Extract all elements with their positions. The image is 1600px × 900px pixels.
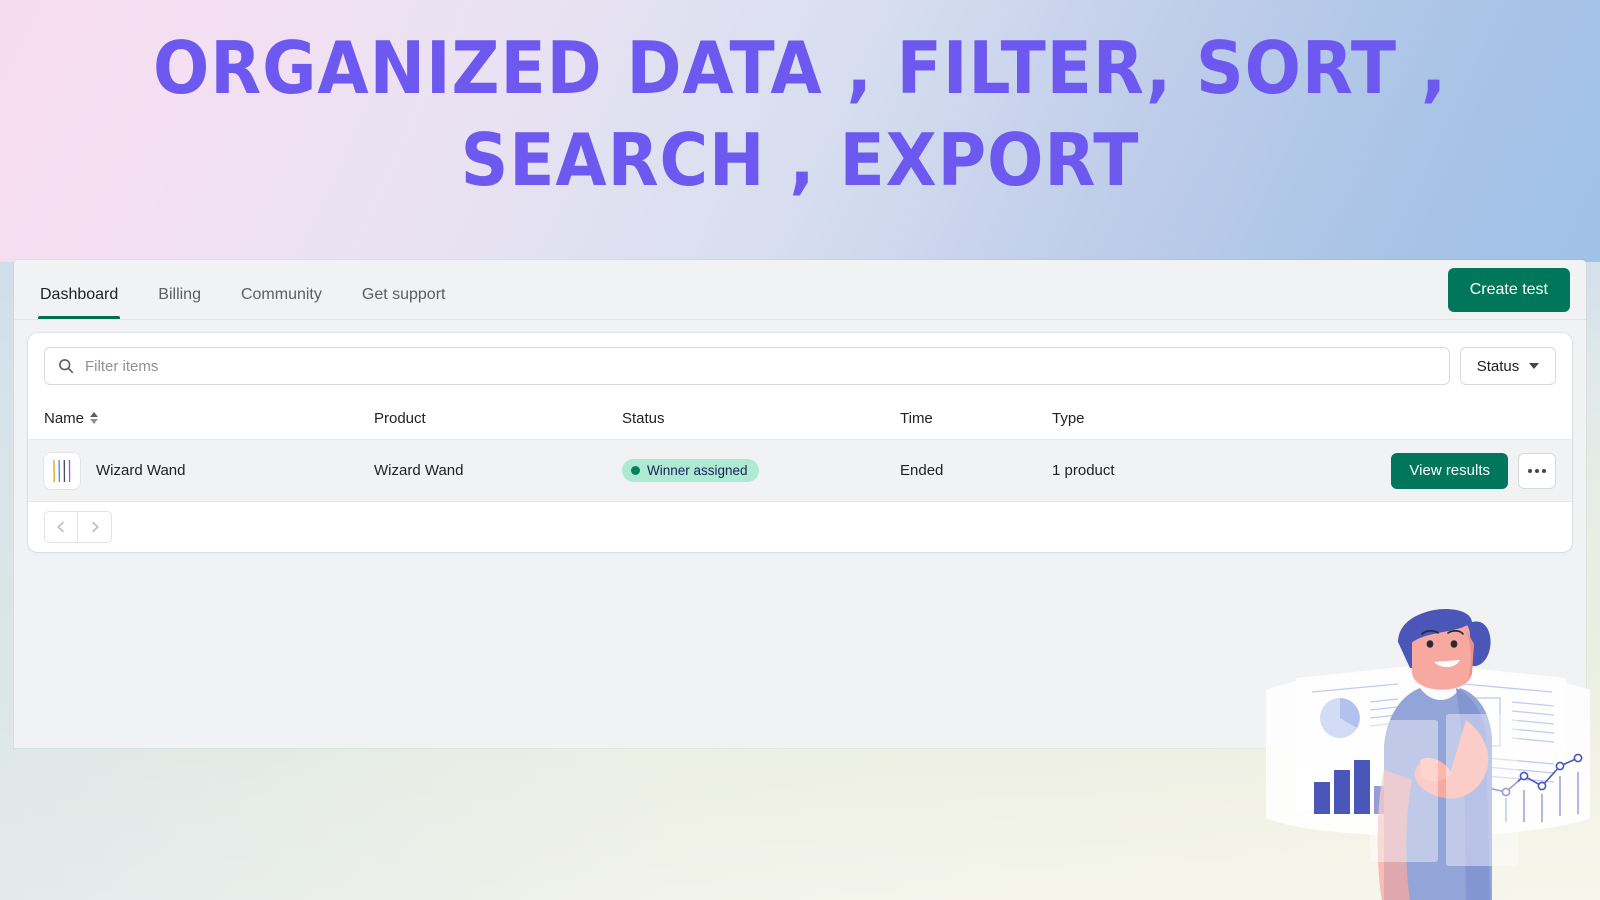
status-badge: Winner assigned bbox=[622, 459, 759, 482]
cell-product: Wizard Wand bbox=[374, 462, 464, 479]
ellipsis-dot-2 bbox=[1535, 468, 1539, 473]
cell-type: 1 product bbox=[1052, 462, 1115, 479]
create-test-button[interactable]: Create test bbox=[1447, 268, 1570, 312]
view-results-button[interactable]: View results bbox=[1391, 452, 1508, 489]
cell-name: Wizard Wand bbox=[44, 452, 374, 489]
column-header-product: Product bbox=[374, 410, 622, 427]
cell-actions: View results bbox=[1352, 452, 1556, 489]
wand-product-thumbnail-icon bbox=[53, 459, 71, 482]
column-header-product-label: Product bbox=[374, 409, 426, 427]
cell-time: Ended bbox=[900, 462, 944, 479]
status-filter-label: Status bbox=[1476, 357, 1520, 375]
app-topbar: Dashboard Billing Community Get support … bbox=[14, 260, 1586, 320]
table-row[interactable]: Wizard Wand Wizard Wand Winner assigned … bbox=[28, 439, 1572, 501]
tab-billing[interactable]: Billing bbox=[138, 287, 221, 319]
tab-bar: Dashboard Billing Community Get support bbox=[14, 260, 465, 319]
cell-status: Winner assigned bbox=[622, 459, 900, 482]
chevron-down-icon bbox=[1529, 363, 1540, 369]
column-header-status: Status bbox=[622, 410, 900, 427]
sort-icon[interactable] bbox=[90, 412, 99, 424]
column-header-name-label: Name bbox=[44, 409, 85, 427]
pagination-next-button[interactable] bbox=[78, 511, 112, 543]
filter-toolbar: Status bbox=[28, 333, 1572, 397]
ellipsis-dot-3 bbox=[1542, 468, 1546, 473]
column-header-status-label: Status bbox=[622, 409, 665, 427]
tab-dashboard[interactable]: Dashboard bbox=[20, 287, 138, 319]
pagination bbox=[28, 501, 1572, 552]
column-header-type: Type bbox=[1052, 410, 1352, 427]
hero-heading: ORGANIZED DATA , FILTER, SORT , SEARCH ,… bbox=[152, 26, 1448, 202]
status-badge-label: Winner assigned bbox=[647, 463, 748, 478]
chevron-right-icon bbox=[91, 521, 99, 533]
more-actions-button[interactable] bbox=[1518, 452, 1556, 489]
tab-billing-label: Billing bbox=[158, 286, 201, 303]
column-header-name[interactable]: Name bbox=[44, 410, 374, 427]
tab-community[interactable]: Community bbox=[221, 287, 342, 319]
search-input[interactable] bbox=[85, 348, 1449, 384]
status-filter-button[interactable]: Status bbox=[1460, 347, 1556, 385]
tab-dashboard-label: Dashboard bbox=[40, 286, 119, 303]
status-dot-icon bbox=[631, 466, 640, 475]
test-list-card: Status Name Product Status Time Type bbox=[28, 333, 1572, 552]
column-header-time: Time bbox=[900, 410, 1052, 427]
search-field-wrapper[interactable] bbox=[44, 347, 1450, 385]
column-header-type-label: Type bbox=[1052, 409, 1085, 427]
column-header-time-label: Time bbox=[900, 409, 933, 427]
chevron-left-icon bbox=[57, 521, 64, 533]
app-panel: Dashboard Billing Community Get support … bbox=[14, 260, 1586, 748]
tab-community-label: Community bbox=[240, 286, 322, 303]
ellipsis-dot-1 bbox=[1528, 468, 1532, 473]
tab-get-support[interactable]: Get support bbox=[342, 287, 466, 319]
tab-get-support-label: Get support bbox=[361, 286, 446, 303]
wand-product-thumbnail bbox=[44, 452, 80, 489]
table-header-row: Name Product Status Time Type bbox=[28, 397, 1572, 439]
pagination-previous-button[interactable] bbox=[44, 511, 78, 543]
search-icon bbox=[59, 359, 74, 374]
cell-name-label: Wizard Wand bbox=[96, 462, 186, 479]
